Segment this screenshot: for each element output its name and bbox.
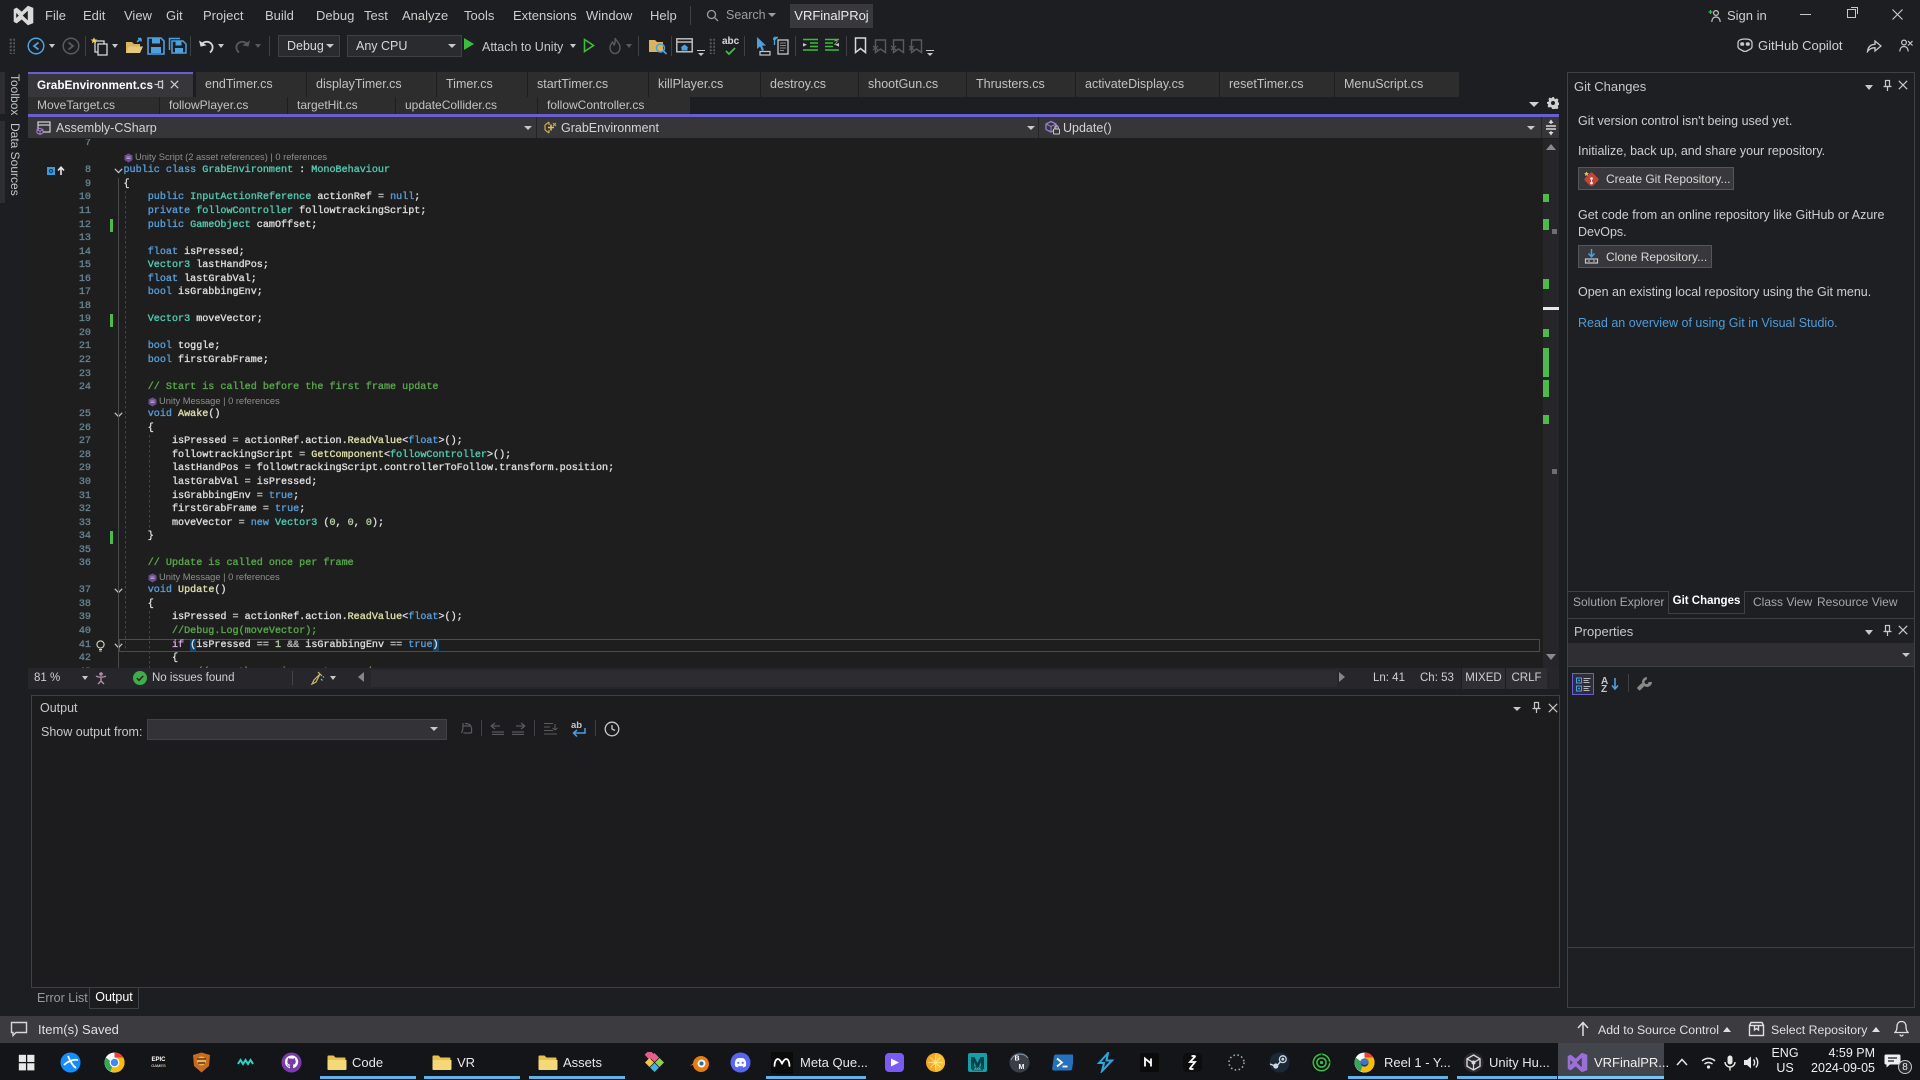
svg-text:AYA: AYA	[974, 1067, 981, 1071]
svg-text:B: B	[1015, 1056, 1020, 1063]
svg-text:GAMES: GAMES	[151, 1063, 166, 1068]
svg-text:M: M	[1019, 1064, 1025, 1071]
svg-text:2: 2	[834, 40, 838, 47]
